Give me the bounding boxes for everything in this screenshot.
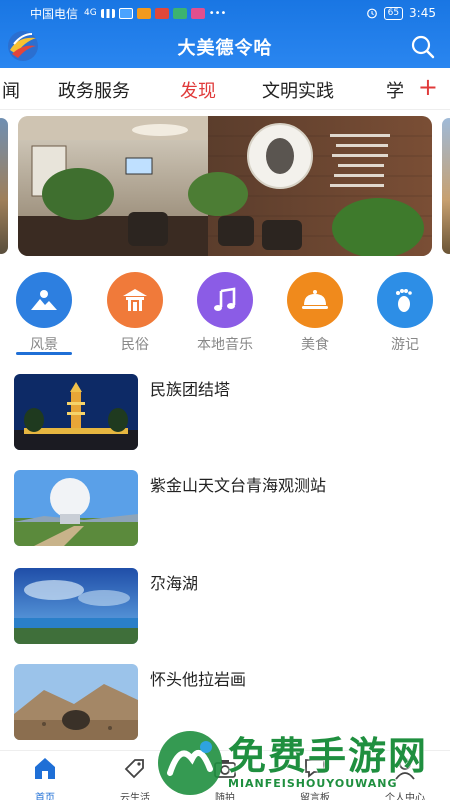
app-header: 中国电信 4G ••• 65 3:45 大美德令哈 (0, 0, 450, 68)
rock-painting-thumbnail (14, 664, 138, 740)
category-label: 民俗 (121, 337, 149, 353)
nav-profile[interactable]: 个人中心 (360, 755, 450, 800)
bottom-navigation: 首页 云生活 随拍 留言板 个人中心 (0, 750, 450, 800)
nav-home[interactable]: 首页 (0, 755, 90, 800)
item-title: 民族团结塔 (150, 380, 231, 399)
app-icon-a (136, 7, 151, 19)
category-scenery[interactable]: 风景 (4, 272, 84, 354)
carrier-label: 中国电信 (30, 6, 79, 21)
nav-label: 个人中心 (385, 793, 425, 800)
signal-icon (100, 8, 115, 18)
app-icon-b (154, 7, 169, 19)
nav-label: 留言板 (300, 793, 330, 800)
page-title: 大美德令哈 (177, 38, 273, 59)
list-item[interactable]: 民族团结塔 (14, 374, 434, 454)
category-shortcuts: 风景 民俗 本地音乐 美食 游记 (0, 272, 450, 358)
active-category-indicator (16, 352, 72, 355)
banner-next-slide[interactable] (442, 118, 450, 254)
nav-label: 首页 (35, 793, 55, 800)
tab-study[interactable]: 学 (386, 77, 404, 103)
message-icon (305, 759, 325, 778)
banner-carousel[interactable] (0, 116, 450, 256)
city-logo-icon[interactable] (6, 30, 40, 62)
folk-icon (107, 272, 163, 328)
more-dots-icon: ••• (208, 7, 227, 19)
category-local-music[interactable]: 本地音乐 (185, 272, 265, 354)
tower-thumbnail (14, 374, 138, 450)
item-title: 紫金山天文台青海观测站 (150, 476, 327, 495)
list-item[interactable]: 怀头他拉岩画 (14, 664, 434, 744)
tab-civilization-practice[interactable]: 文明实践 (262, 77, 334, 103)
status-bar: 中国电信 4G ••• 65 3:45 (0, 0, 450, 26)
category-food[interactable]: 美食 (275, 272, 355, 354)
banner-slide[interactable] (18, 116, 432, 256)
food-icon (287, 272, 343, 328)
music-icon (197, 272, 253, 328)
home-icon (35, 758, 55, 779)
battery-indicator: 65 (383, 6, 404, 20)
list-item[interactable]: 尕海湖 (14, 568, 434, 648)
lake-thumbnail (14, 568, 138, 644)
nav-cloud-life[interactable]: 云生活 (90, 755, 180, 800)
network-label: 4G (84, 8, 97, 18)
nav-label: 云生活 (120, 793, 150, 800)
clock: 3:45 (409, 6, 436, 20)
tab-government-services[interactable]: 政务服务 (58, 77, 130, 103)
add-tab-button[interactable]: + (418, 73, 438, 101)
category-label: 游记 (391, 337, 419, 353)
category-label: 本地音乐 (197, 337, 253, 353)
category-tabs: 闻 政务服务 发现 文明实践 学 + (0, 68, 450, 110)
title-bar: 大美德令哈 (0, 26, 450, 68)
nav-message-board[interactable]: 留言板 (270, 755, 360, 800)
camera-icon (214, 760, 236, 778)
banner-cafe-image (18, 116, 432, 256)
status-right: 65 3:45 (366, 6, 436, 20)
banner-prev-slide[interactable] (0, 118, 8, 254)
observatory-thumbnail (14, 470, 138, 546)
category-label: 美食 (301, 337, 329, 353)
item-title: 怀头他拉岩画 (150, 670, 247, 689)
status-icons: 4G ••• (84, 7, 227, 19)
wifi-icon (118, 7, 133, 19)
tab-discover[interactable]: 发现 (180, 77, 216, 103)
alarm-icon (366, 8, 377, 19)
nav-snap[interactable]: 随拍 (180, 755, 270, 800)
category-folk[interactable]: 民俗 (95, 272, 175, 354)
nav-label: 随拍 (215, 793, 235, 800)
scenery-icon (16, 272, 72, 328)
app-icon-d (190, 7, 205, 19)
app-icon-c (172, 7, 187, 19)
category-label: 风景 (30, 337, 58, 353)
user-icon (395, 758, 415, 780)
item-title: 尕海湖 (150, 574, 199, 593)
search-icon[interactable] (410, 34, 436, 60)
list-item[interactable]: 紫金山天文台青海观测站 (14, 470, 434, 550)
tag-icon (124, 759, 144, 779)
tab-news[interactable]: 闻 (2, 77, 20, 103)
category-travel-notes[interactable]: 游记 (365, 272, 445, 354)
footprint-icon (377, 272, 433, 328)
